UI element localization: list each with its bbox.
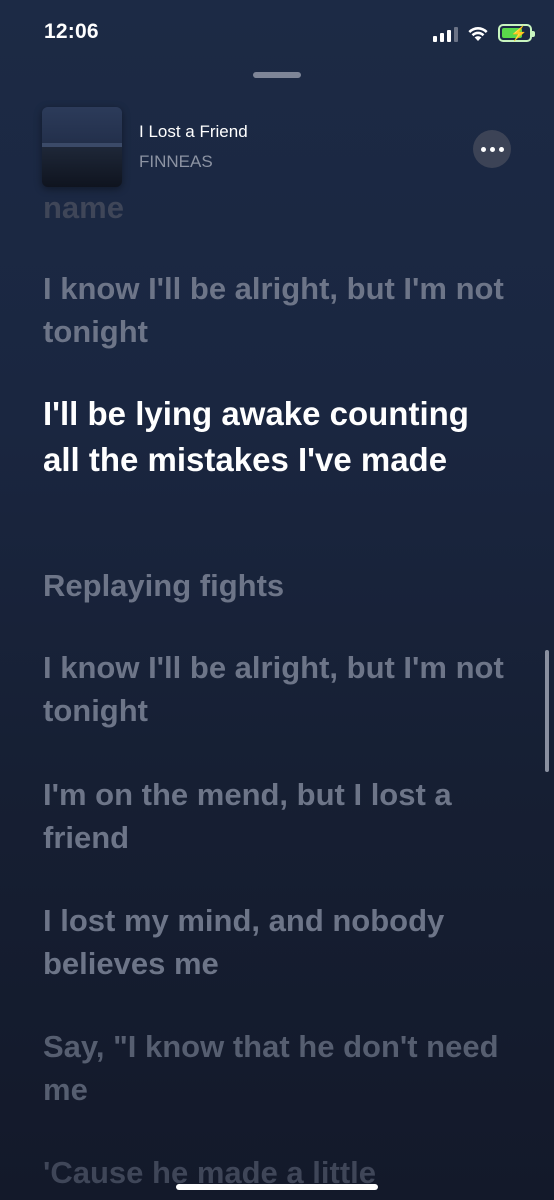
- battery-charging-icon: ⚡: [498, 24, 535, 42]
- lyric-line[interactable]: I'm on the mend, but I lost a friend: [43, 773, 513, 859]
- lyric-line[interactable]: I lost my mind, and nobody believes me: [43, 899, 513, 985]
- status-time: 12:06: [44, 20, 99, 43]
- scroll-indicator[interactable]: [545, 650, 549, 772]
- lyric-line[interactable]: Say, "I know that he don't need me: [43, 1025, 513, 1111]
- album-artwork[interactable]: [42, 107, 122, 187]
- lyric-line[interactable]: name: [43, 196, 513, 229]
- status-bar: 12:06 ⚡: [0, 0, 554, 60]
- home-indicator[interactable]: [176, 1184, 378, 1190]
- lyric-line[interactable]: I know I'll be alright, but I'm not toni…: [43, 267, 513, 353]
- lyric-line[interactable]: I know I'll be alright, but I'm not toni…: [43, 646, 513, 732]
- wifi-icon: [468, 27, 488, 41]
- artist-name[interactable]: FINNEAS: [139, 152, 213, 172]
- ellipsis-icon: [480, 146, 486, 152]
- song-title: I Lost a Friend: [139, 122, 248, 141]
- now-playing-header: I Lost a Friend FINNEAS: [0, 100, 554, 196]
- sheet-grabber[interactable]: [253, 72, 301, 78]
- status-icons: ⚡: [433, 20, 535, 46]
- lyric-line-active[interactable]: I'll be lying awake counting all the mis…: [43, 391, 513, 483]
- more-options-button[interactable]: [473, 130, 511, 168]
- lyrics-view[interactable]: name I know I'll be alright, but I'm not…: [0, 196, 554, 1200]
- cellular-signal-icon: [433, 24, 458, 42]
- lyric-line[interactable]: Replaying fights: [43, 564, 513, 607]
